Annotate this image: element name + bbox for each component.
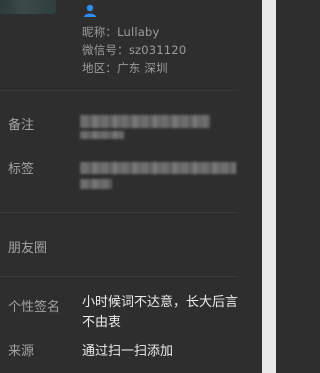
person-icon [84, 4, 96, 17]
tags-value-blurred-line2 [80, 179, 112, 189]
avatar[interactable] [0, 0, 56, 14]
signature-text: 小时候词不达意，长大后言不由衷 [82, 295, 239, 330]
source-text: 通过扫一扫添加 [82, 344, 174, 359]
wechat-id-line: 微信号：sz031120 [82, 42, 186, 58]
wechat-id-label: 微信号： [82, 43, 129, 57]
region-value: 广东 深圳 [117, 61, 168, 75]
tags-label: 标签 [8, 162, 35, 177]
nickname-label: 昵称： [82, 25, 118, 39]
nickname-value: Lullaby [117, 25, 160, 39]
wechat-id-value: sz031120 [128, 43, 187, 57]
divider [0, 90, 238, 91]
source-label: 来源 [8, 344, 35, 359]
nickname-line: 昵称：Lullaby [82, 24, 160, 40]
tags-value-blurred[interactable] [80, 162, 236, 174]
divider [0, 276, 238, 277]
signature-label: 个性签名 [8, 300, 61, 315]
region-line: 地区：广东 深圳 [82, 60, 168, 76]
region-label: 地区： [82, 61, 118, 75]
divider [0, 212, 238, 213]
remark-value-blurred-line2 [80, 131, 124, 139]
adjacent-panel-edge [262, 0, 276, 373]
moments-label[interactable]: 朋友圈 [8, 237, 47, 256]
remark-label: 备注 [8, 118, 35, 133]
remark-value-blurred[interactable] [80, 115, 210, 128]
